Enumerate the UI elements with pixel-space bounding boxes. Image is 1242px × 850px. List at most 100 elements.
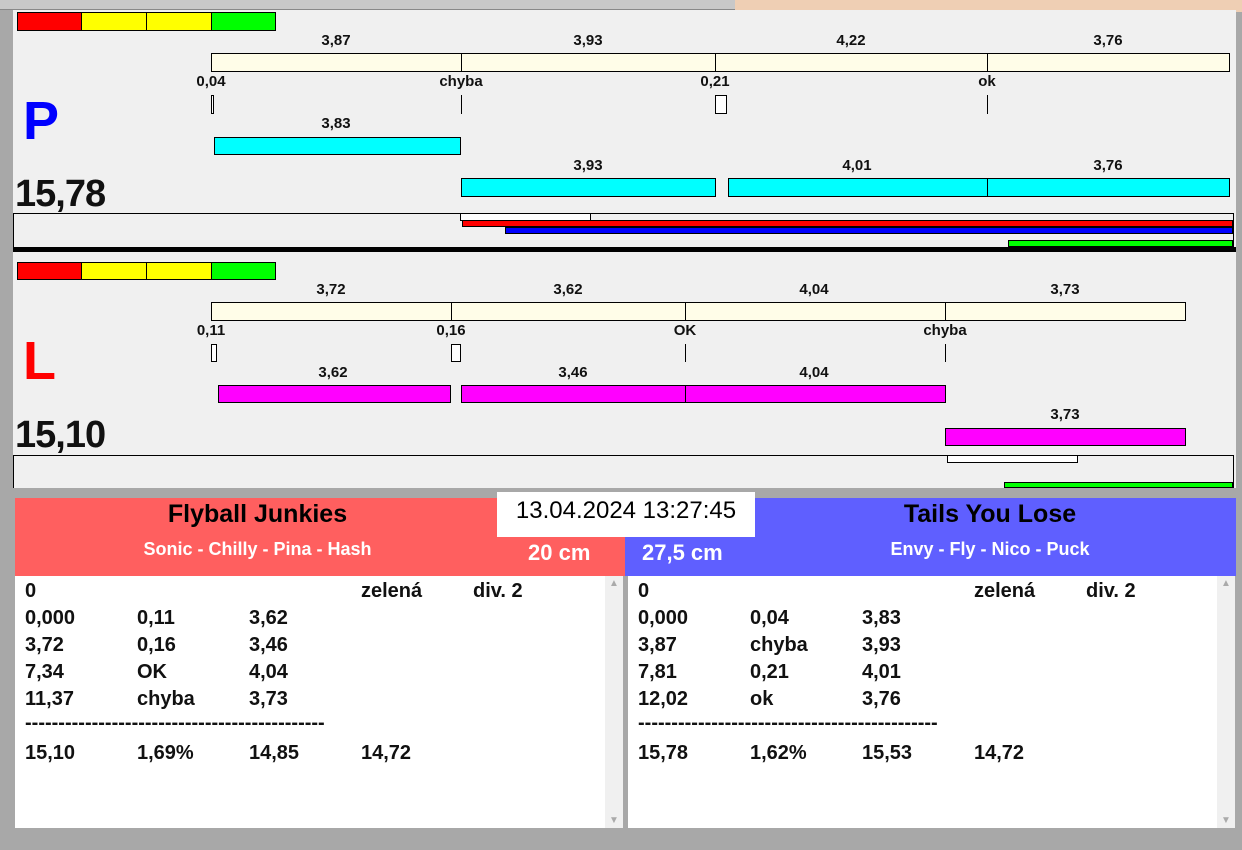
jump-height: 20 cm <box>528 540 591 565</box>
cell: 1,69% <box>137 742 194 764</box>
marker-label: chyba <box>923 322 967 339</box>
scroll-down-icon[interactable]: ▼ <box>1217 815 1235 826</box>
divider <box>685 302 686 321</box>
cell: 14,72 <box>361 742 412 764</box>
progress-blue <box>505 227 1233 234</box>
dog-label: 3,62 <box>318 364 348 381</box>
progress-red <box>462 220 1233 227</box>
team-dogs: Sonic - Chilly - Pina - Hash <box>143 539 372 559</box>
divider <box>715 53 716 72</box>
marker-label: 0,11 <box>196 322 226 339</box>
team-dogs: Envy - Fly - Nico - Puck <box>890 539 1090 559</box>
divider <box>987 53 988 72</box>
tab-strip[interactable] <box>0 0 735 10</box>
left-results-list[interactable]: 0 zelená div. 2 0,000 0,11 3,62 3,72 0,16 3,46… <box>15 576 605 828</box>
separator: ----------------------------------------… <box>638 712 938 734</box>
marker-box <box>211 95 214 114</box>
cell: OK <box>137 661 167 683</box>
marker-line <box>685 344 686 362</box>
cell: chyba <box>137 688 195 710</box>
progress-green <box>1008 240 1233 247</box>
cell: 14,85 <box>249 742 300 764</box>
run-bar <box>211 302 1186 321</box>
cell: div. 2 <box>473 580 523 602</box>
progress-white <box>947 455 1078 463</box>
cell: 0,000 <box>25 607 76 629</box>
marker-line <box>987 95 988 114</box>
scroll-down-icon[interactable]: ▼ <box>605 815 623 826</box>
light-red <box>17 12 82 31</box>
cell: 7,81 <box>638 661 677 683</box>
dog-bar <box>685 385 946 403</box>
right-scrollbar[interactable]: ▲ ▼ <box>1217 576 1235 828</box>
divider <box>945 302 946 321</box>
lane-p: 3,87 3,93 4,22 3,76 0,04 chyba 0,21 ok P… <box>13 10 1236 248</box>
run-label: 3,73 <box>1050 281 1080 298</box>
cell: 0 <box>638 580 650 602</box>
marker-line <box>945 344 946 362</box>
divider <box>451 302 452 321</box>
left-scrollbar[interactable]: ▲ ▼ <box>605 576 623 828</box>
run-label: 4,04 <box>799 281 829 298</box>
cell: 0 <box>25 580 37 602</box>
dog-label: 3,93 <box>573 157 603 174</box>
cell: 3,87 <box>638 634 677 656</box>
cell: 14,72 <box>974 742 1025 764</box>
lane-total: 15,10 <box>15 414 106 456</box>
scroll-up-icon[interactable]: ▲ <box>1217 578 1235 589</box>
cell: 15,53 <box>862 742 913 764</box>
right-results-list[interactable]: 0 zelená div. 2 0,000 0,04 3,83 3,87 chyba 3,9… <box>628 576 1217 828</box>
marker-label: OK <box>673 322 697 339</box>
light-yellow <box>146 12 212 31</box>
marker-box <box>451 344 461 362</box>
marker-line <box>461 95 462 114</box>
light-green <box>211 12 276 31</box>
cell: 3,83 <box>862 607 901 629</box>
cell: 15,10 <box>25 742 76 764</box>
datetime: 13.04.2024 13:27:45 <box>497 492 755 537</box>
light-green <box>211 262 276 280</box>
cell: chyba <box>750 634 808 656</box>
cell: 0,000 <box>638 607 689 629</box>
marker-box <box>211 344 217 362</box>
marker-label: 0,21 <box>700 73 730 90</box>
dog-label: 3,83 <box>321 115 351 132</box>
cell: zelená <box>974 580 1036 602</box>
dog-label: 4,04 <box>799 364 829 381</box>
dog-label: 3,73 <box>1050 406 1080 423</box>
cell: 3,46 <box>249 634 288 656</box>
run-label: 3,62 <box>553 281 583 298</box>
run-bar <box>211 53 1230 72</box>
jump-height: 27,5 cm <box>642 540 723 565</box>
dog-bar <box>461 178 716 197</box>
light-yellow <box>81 12 147 31</box>
progress-green <box>1004 482 1233 488</box>
cell: 0,21 <box>750 661 789 683</box>
scroll-up-icon[interactable]: ▲ <box>605 578 623 589</box>
separator: ----------------------------------------… <box>25 712 325 734</box>
cell: 4,04 <box>249 661 288 683</box>
divider <box>461 53 462 72</box>
light-red <box>17 262 82 280</box>
marker-label: ok <box>978 73 996 90</box>
cell: zelená <box>361 580 423 602</box>
dog-bar <box>987 178 1230 197</box>
run-label: 3,76 <box>1093 32 1123 49</box>
dog-label: 3,76 <box>1093 157 1123 174</box>
cell: 3,62 <box>249 607 288 629</box>
cell: 0,04 <box>750 607 789 629</box>
lane-letter: L <box>23 331 56 391</box>
lane-total: 15,78 <box>15 173 106 215</box>
run-label: 3,93 <box>573 32 603 49</box>
light-yellow <box>146 262 212 280</box>
dog-label: 3,46 <box>558 364 588 381</box>
cell: 0,11 <box>137 607 175 629</box>
dog-bar <box>945 428 1186 446</box>
dog-bar <box>214 137 461 155</box>
cell: 3,76 <box>862 688 901 710</box>
run-label: 3,72 <box>316 281 346 298</box>
cell: 0,16 <box>137 634 176 656</box>
marker-label: 0,16 <box>436 322 466 339</box>
marker-label: chyba <box>439 73 483 90</box>
marker-label: 0,04 <box>196 73 226 90</box>
